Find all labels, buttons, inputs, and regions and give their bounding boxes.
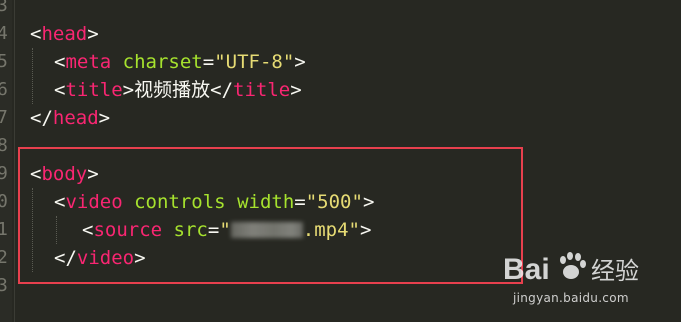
tag-head-open: head: [41, 23, 88, 45]
line-number: 1: [0, 219, 8, 240]
line-number: 9: [0, 163, 8, 184]
line-number: 5: [0, 51, 8, 72]
watermark-url: jingyan.baidu.com: [513, 291, 629, 305]
tag-title-close: title: [233, 79, 291, 101]
attr-charset: charset: [122, 51, 203, 73]
highlight-annotation-box: [18, 147, 523, 284]
paw-icon: [560, 252, 586, 279]
watermark-brand-suffix: 经验: [591, 257, 639, 285]
line-number-gutter: 3 4 5 6 7 8 9 0 1 2 3: [0, 0, 12, 322]
line-number: 7: [0, 107, 8, 128]
code-line-5: <meta charset="UTF-8">: [54, 51, 306, 73]
gutter-separator: [14, 0, 15, 322]
line-number: 3: [0, 0, 8, 16]
watermark-brand: Bai: [503, 253, 550, 286]
tag-head-close: head: [52, 107, 99, 129]
line-number: 2: [0, 247, 8, 268]
line-number: 8: [0, 135, 8, 156]
baidu-logo-icon: Bai 经验: [503, 252, 639, 286]
baidu-jingyan-watermark: Bai 经验 jingyan.baidu.com: [503, 248, 653, 310]
tag-meta: meta: [65, 51, 112, 73]
line-number: 0: [0, 191, 8, 212]
line-number: 4: [0, 23, 8, 44]
line-number: 6: [0, 79, 8, 100]
indent-guide: [32, 48, 33, 104]
code-line-4: <head>: [30, 23, 99, 45]
charset-value: "UTF-8": [214, 51, 295, 73]
code-editor[interactable]: 3 4 5 6 7 8 9 0 1 2 3 <head> <meta chars…: [0, 0, 681, 322]
title-text: 视频播放: [134, 79, 211, 101]
code-line-6: <title>视频播放</title>: [54, 79, 302, 101]
line-number: 3: [0, 275, 8, 296]
tag-title-open: title: [65, 79, 123, 101]
code-line-7: </head>: [30, 107, 111, 129]
